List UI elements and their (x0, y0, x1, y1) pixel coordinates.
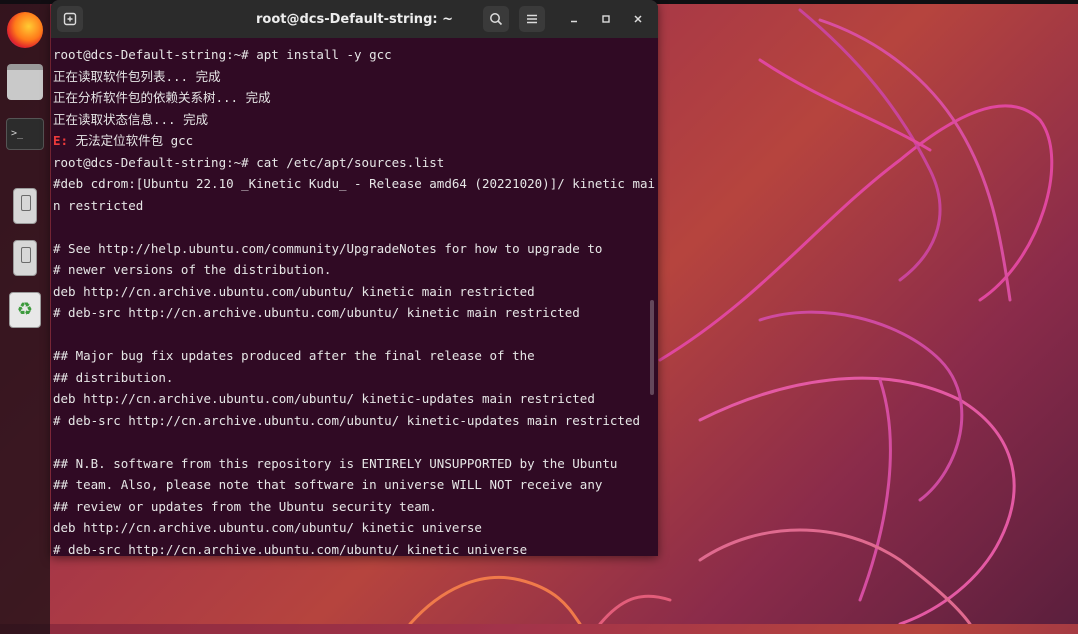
terminal-line: # deb-src http://cn.archive.ubuntu.com/u… (53, 539, 658, 557)
dock-item-usb-2[interactable] (5, 238, 45, 278)
search-button[interactable] (483, 6, 509, 32)
terminal-line: ## team. Also, please note that software… (53, 474, 658, 496)
trash-icon: ♻ (9, 292, 41, 328)
terminal-line-text: ## review or updates from the Ubuntu sec… (53, 498, 437, 514)
terminal-line: # deb-src http://cn.archive.ubuntu.com/u… (53, 410, 658, 432)
terminal-line-text: # deb-src http://cn.archive.ubuntu.com/u… (53, 541, 528, 557)
terminal-line: deb http://cn.archive.ubuntu.com/ubuntu/… (53, 517, 658, 539)
dock-item-terminal[interactable]: >_ (5, 114, 45, 154)
terminal-line-text: # deb-src http://cn.archive.ubuntu.com/u… (53, 412, 640, 428)
dock-item-usb-1[interactable] (5, 186, 45, 226)
terminal-line-text: 正在分析软件包的依赖关系树... 完成 (53, 90, 271, 105)
terminal-line-text: n restricted (53, 197, 144, 213)
usb-drive-icon (13, 240, 37, 276)
terminal-line: 正在读取软件包列表... 完成 (53, 66, 658, 88)
terminal-line: n restricted (53, 195, 658, 217)
terminal-line-text: # deb-src http://cn.archive.ubuntu.com/u… (53, 305, 580, 320)
new-tab-button[interactable] (57, 6, 83, 32)
dock-item-files[interactable] (5, 62, 45, 102)
terminal-line: E: 无法定位软件包 gcc (53, 130, 658, 152)
terminal-line-text: # newer versions of the distribution. (53, 262, 332, 277)
dock: >_ ♻ (0, 0, 50, 634)
terminal-line-text: ## Major bug fix updates produced after … (53, 348, 535, 363)
new-tab-icon (63, 12, 77, 26)
terminal-line: ## review or updates from the Ubuntu sec… (53, 496, 658, 518)
terminal-line-text: root@dcs-Default-string:~# apt install -… (53, 47, 392, 62)
terminal-line-text: # See http://help.ubuntu.com/community/U… (53, 240, 603, 256)
terminal-line: 正在读取状态信息... 完成 (53, 109, 658, 131)
terminal-window: root@dcs-Default-string: ~ root@dcs-Defa… (51, 0, 658, 556)
menu-button[interactable] (519, 6, 545, 32)
terminal-line: # deb-src http://cn.archive.ubuntu.com/u… (53, 302, 658, 324)
terminal-icon: >_ (6, 118, 44, 150)
terminal-line: # newer versions of the distribution. (53, 259, 658, 281)
maximize-button[interactable] (593, 6, 619, 32)
files-icon (7, 64, 43, 100)
hamburger-menu-icon (527, 14, 537, 24)
maximize-icon (602, 15, 610, 23)
terminal-line: root@dcs-Default-string:~# cat /etc/apt/… (53, 152, 658, 174)
terminal-line: ## Major bug fix updates produced after … (53, 345, 658, 367)
dock-item-firefox[interactable] (5, 10, 45, 50)
terminal-line-text: ## N.B. software from this repository is… (53, 455, 618, 471)
terminal-line: ## N.B. software from this repository is… (53, 453, 658, 475)
close-icon (634, 15, 642, 23)
terminal-line-text: 正在读取软件包列表... 完成 (53, 68, 221, 84)
terminal-line-text: deb http://cn.archive.ubuntu.com/ubuntu/… (53, 391, 595, 406)
terminal-line: deb http://cn.archive.ubuntu.com/ubuntu/… (53, 281, 658, 303)
terminal-line-text: 正在读取状态信息... 完成 (53, 111, 209, 127)
terminal-output[interactable]: root@dcs-Default-string:~# apt install -… (51, 38, 658, 556)
terminal-line-text: deb http://cn.archive.ubuntu.com/ubuntu/… (53, 520, 482, 535)
dock-separator (5, 166, 45, 174)
terminal-line: #deb cdrom:[Ubuntu 22.10 _Kinetic Kudu_ … (53, 173, 658, 195)
terminal-line-text: root@dcs-Default-string:~# cat /etc/apt/… (53, 154, 445, 170)
terminal-line: # See http://help.ubuntu.com/community/U… (53, 238, 658, 260)
close-button[interactable] (625, 6, 651, 32)
minimize-button[interactable] (561, 6, 587, 32)
firefox-icon (7, 12, 43, 48)
terminal-line: root@dcs-Default-string:~# apt install -… (53, 44, 658, 66)
error-tag: E: (53, 133, 69, 148)
terminal-line: deb http://cn.archive.ubuntu.com/ubuntu/… (53, 388, 658, 410)
terminal-line-text: #deb cdrom:[Ubuntu 22.10 _Kinetic Kudu_ … (53, 176, 656, 191)
usb-drive-icon (13, 188, 37, 224)
search-icon (490, 13, 503, 26)
scrollbar[interactable] (650, 300, 654, 395)
dock-item-trash[interactable]: ♻ (5, 290, 45, 330)
terminal-line-text: 无法定位软件包 gcc (68, 133, 194, 148)
terminal-line: ## distribution. (53, 367, 658, 389)
terminal-line-text: ## team. Also, please note that software… (53, 477, 603, 492)
window-titlebar[interactable]: root@dcs-Default-string: ~ (51, 0, 658, 38)
terminal-line-text: deb http://cn.archive.ubuntu.com/ubuntu/… (53, 283, 535, 299)
terminal-line: 正在分析软件包的依赖关系树... 完成 (53, 87, 658, 109)
window-title: root@dcs-Default-string: ~ (256, 11, 453, 27)
terminal-line-text: ## distribution. (53, 369, 174, 385)
minimize-icon (571, 20, 577, 23)
